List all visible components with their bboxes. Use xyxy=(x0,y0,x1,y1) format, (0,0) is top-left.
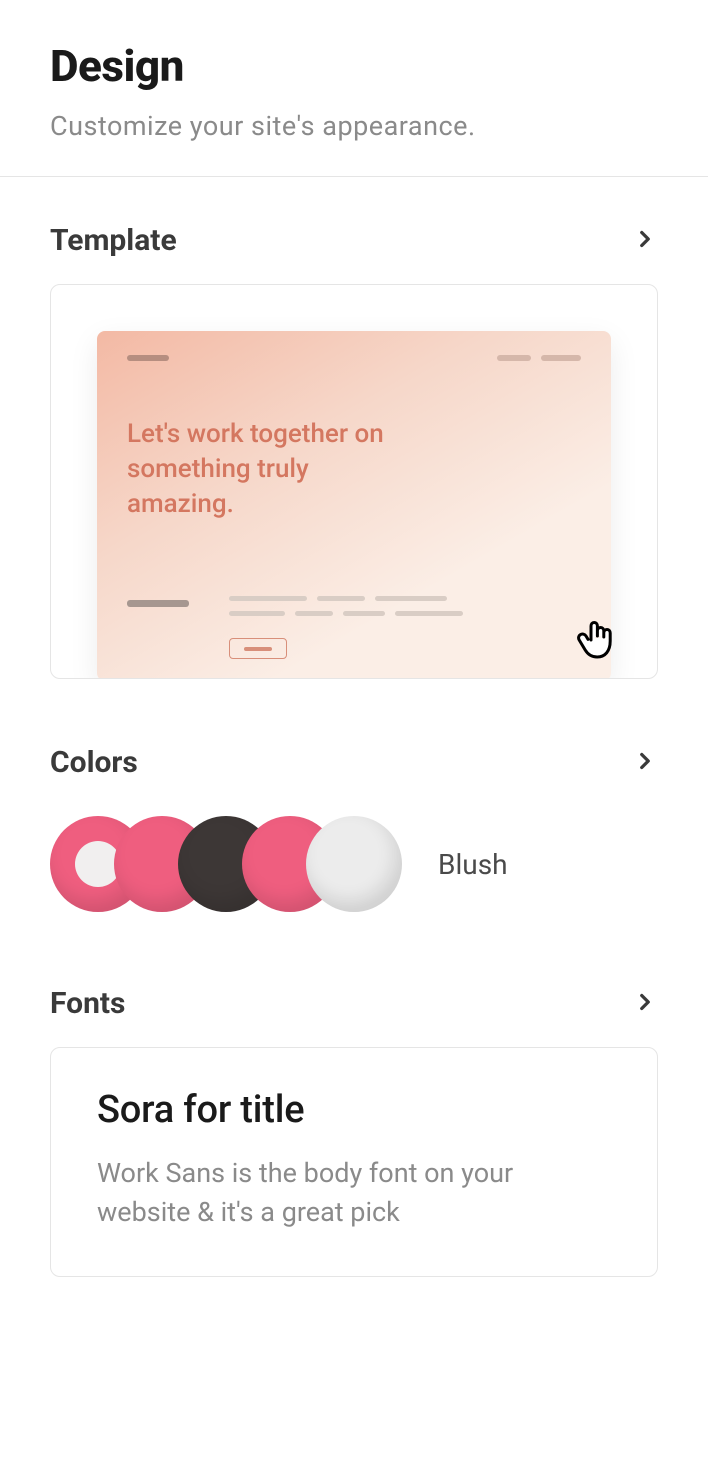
preview-subhead-placeholder xyxy=(127,600,189,607)
preview-nav-placeholder xyxy=(497,355,581,361)
page-title: Design xyxy=(50,40,658,92)
preview-bottom xyxy=(127,600,581,659)
colors-section-header[interactable]: Colors xyxy=(50,699,658,806)
preview-heading: Let's work together on something truly a… xyxy=(127,417,417,522)
preview-cta-placeholder xyxy=(229,638,287,659)
font-body-sample: Work Sans is the body font on your websi… xyxy=(97,1154,611,1232)
hand-cursor-icon xyxy=(573,616,621,672)
chevron-right-icon xyxy=(632,226,658,256)
fonts-section: Fonts Sora for title Work Sans is the bo… xyxy=(0,940,708,1277)
preview-topbar xyxy=(127,355,581,361)
preview-paragraph-placeholder xyxy=(229,596,581,659)
template-section: Template Let's work together on somethin… xyxy=(0,177,708,679)
color-swatches xyxy=(50,816,402,912)
chevron-right-icon xyxy=(632,989,658,1019)
color-swatch-5 xyxy=(306,816,402,912)
preview-logo-placeholder xyxy=(127,355,169,361)
chevron-right-icon xyxy=(632,748,658,778)
template-preview-card[interactable]: Let's work together on something truly a… xyxy=(50,284,658,679)
fonts-section-header[interactable]: Fonts xyxy=(50,940,658,1047)
colors-section: Colors Blush xyxy=(0,699,708,928)
fonts-section-title: Fonts xyxy=(50,986,125,1021)
fonts-preview-card[interactable]: Sora for title Work Sans is the body fon… xyxy=(50,1047,658,1277)
color-palette-row[interactable]: Blush xyxy=(50,806,658,928)
page-header: Design Customize your site's appearance. xyxy=(0,0,708,177)
template-section-title: Template xyxy=(50,223,177,258)
font-title-sample: Sora for title xyxy=(97,1088,611,1132)
colors-section-title: Colors xyxy=(50,745,138,780)
template-preview: Let's work together on something truly a… xyxy=(97,331,611,679)
page-subtitle: Customize your site's appearance. xyxy=(50,110,658,142)
color-palette-name: Blush xyxy=(438,848,508,881)
template-section-header[interactable]: Template xyxy=(50,177,658,284)
